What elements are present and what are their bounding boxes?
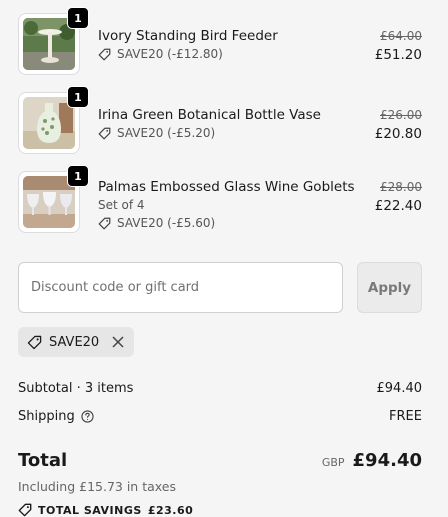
original-price: £64.00 [380, 29, 422, 43]
shipping-row: Shipping FREE [18, 409, 422, 424]
line-item: 1 Ivory Standing Bird Feeder SAVE20 (-£1… [18, 0, 422, 79]
subtotal-label: Subtotal · 3 items [18, 381, 134, 396]
item-discount: SAVE20 (-£12.80) [98, 45, 338, 63]
product-name: Palmas Embossed Glass Wine Goblets [98, 179, 355, 195]
savings-value: £23.60 [147, 503, 194, 517]
original-price: £28.00 [380, 180, 422, 194]
product-name: Irina Green Botanical Bottle Vase [98, 107, 321, 123]
discount-text: SAVE20 (-£12.80) [117, 47, 223, 61]
total-label: Total [18, 450, 68, 471]
subtotal-value: £94.40 [376, 381, 423, 396]
applied-discount-chip: SAVE20 [18, 327, 135, 357]
tag-icon [98, 127, 111, 139]
total-value: £94.40 [352, 450, 422, 471]
total-savings: TOTAL SAVINGS £23.60 [18, 503, 193, 517]
item-discount: SAVE20 (-£5.60) [98, 214, 338, 232]
remove-discount-button[interactable] [111, 335, 125, 349]
item-discount: SAVE20 (-£5.20) [98, 124, 338, 142]
discounted-price: £51.20 [374, 47, 422, 63]
close-icon [112, 336, 124, 348]
quantity-badge: 1 [67, 165, 89, 187]
applied-code-label: SAVE20 [49, 334, 100, 350]
tag-icon [98, 48, 111, 60]
subtotal-row: Subtotal · 3 items £94.40 [18, 381, 422, 396]
tag-icon [18, 503, 32, 517]
quantity-badge: 1 [67, 86, 89, 108]
discount-code-input[interactable] [18, 262, 343, 313]
discounted-price: £20.80 [374, 126, 422, 142]
product-name: Ivory Standing Bird Feeder [98, 28, 278, 44]
discount-text: SAVE20 (-£5.60) [117, 216, 216, 230]
help-circle-icon[interactable] [81, 410, 94, 423]
shipping-label: Shipping [18, 409, 75, 424]
product-thumbnail: 1 [18, 86, 89, 154]
discounted-price: £22.40 [374, 198, 422, 214]
product-variant: Set of 4 [98, 198, 145, 212]
currency-code: GBP [321, 456, 345, 469]
shipping-value: FREE [389, 409, 422, 424]
total-row: Total GBP £94.40 [18, 450, 422, 471]
original-price: £26.00 [380, 108, 422, 122]
savings-label: TOTAL SAVINGS [38, 503, 142, 517]
discount-form: Apply [18, 262, 422, 313]
apply-button[interactable]: Apply [357, 262, 422, 313]
tag-icon [27, 335, 42, 349]
tag-icon [98, 217, 111, 229]
product-thumbnail: 1 [18, 7, 89, 75]
quantity-badge: 1 [67, 7, 89, 29]
line-item: 1 Irina Green Botanical Bottle Vase SAVE… [18, 79, 422, 158]
discount-text: SAVE20 (-£5.20) [117, 126, 216, 140]
product-thumbnail: 1 [18, 165, 89, 233]
taxes-note: Including £15.73 in taxes [18, 479, 176, 494]
